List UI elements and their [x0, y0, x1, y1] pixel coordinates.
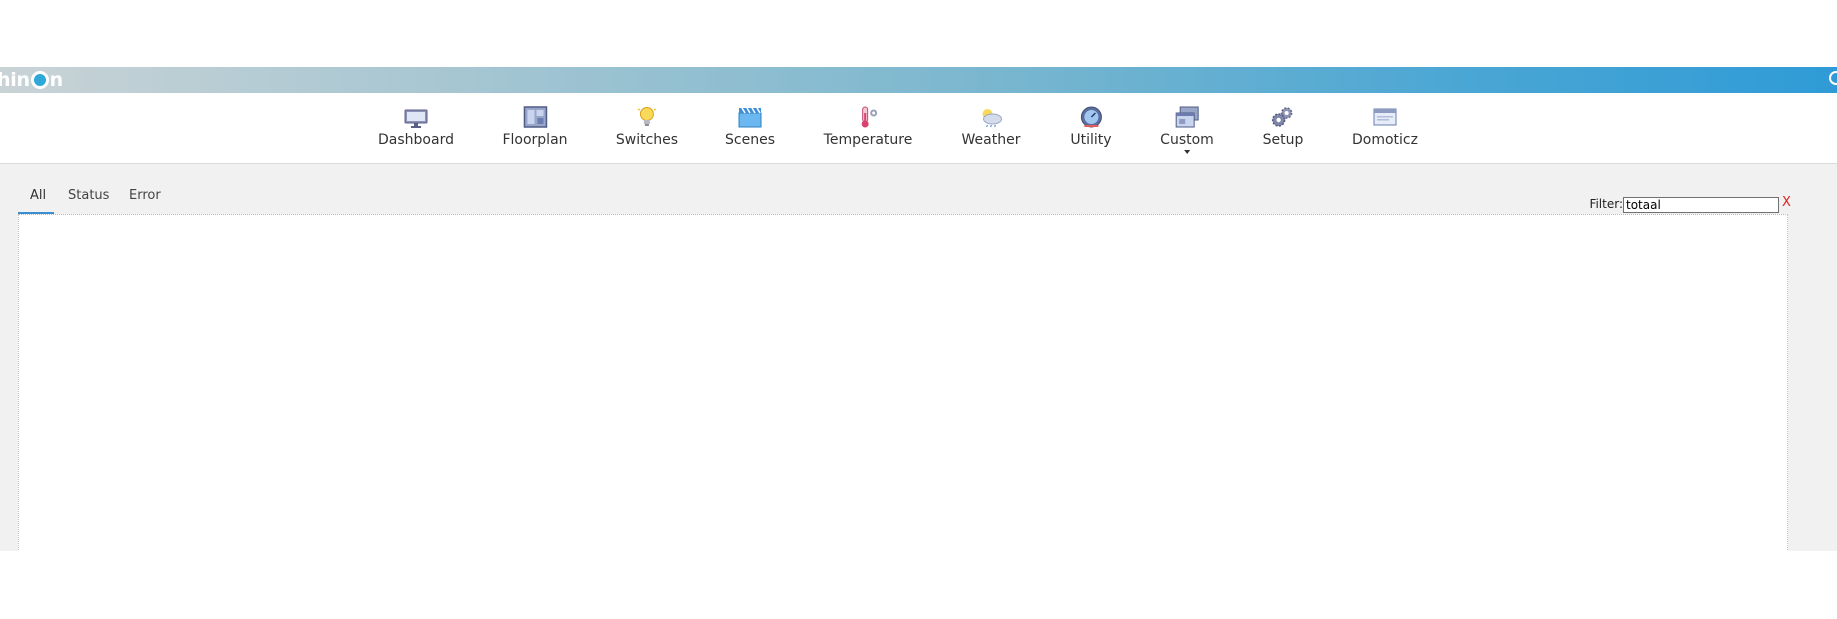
nav-label: Utility	[1070, 132, 1112, 148]
nav-item-setup[interactable]: Setup	[1262, 105, 1304, 160]
nav-label: Scenes	[725, 132, 775, 148]
floorplan-icon	[523, 106, 547, 128]
thermometer-icon	[862, 106, 878, 128]
gears-icon	[1272, 107, 1293, 127]
nav-item-domoticz[interactable]: Domoticz	[1352, 105, 1418, 160]
clapperboard-icon	[738, 107, 762, 128]
monitor-icon	[404, 109, 428, 128]
top-banner: hin n	[0, 67, 1837, 93]
tab-error[interactable]: Error	[129, 186, 161, 214]
gauge-icon	[1080, 106, 1102, 128]
nav-item-dashboard[interactable]: Dashboard	[378, 105, 454, 160]
clear-filter-button[interactable]: X	[1782, 195, 1791, 210]
filter-input[interactable]	[1623, 197, 1779, 213]
logo-text-left: hin	[0, 69, 30, 91]
nav-label: Weather	[961, 132, 1021, 148]
weather-icon	[982, 109, 1003, 128]
nav-label: Floorplan	[502, 132, 568, 148]
main-navigation: Dashboard Floorplan Switches Scenes Temp…	[0, 93, 1837, 164]
nav-item-custom[interactable]: Custom	[1160, 105, 1214, 160]
log-panel	[18, 214, 1788, 552]
tab-all[interactable]: All	[18, 186, 54, 214]
chevron-down-icon	[1183, 150, 1190, 154]
nav-item-weather[interactable]: Weather	[961, 105, 1021, 160]
nav-label: Temperature	[823, 132, 913, 148]
logo-ring-icon	[30, 71, 49, 89]
nav-item-switches[interactable]: Switches	[616, 105, 678, 160]
nav-label: Custom	[1160, 132, 1214, 148]
logo: hin n	[0, 68, 63, 92]
nav-item-utility[interactable]: Utility	[1070, 105, 1112, 160]
log-section: All Status Error Filter: X	[0, 164, 1837, 552]
tab-status[interactable]: Status	[68, 186, 109, 214]
browser-window-icon	[1373, 108, 1397, 126]
nav-label: Domoticz	[1352, 132, 1418, 148]
nav-label: Switches	[615, 132, 679, 148]
nav-item-floorplan[interactable]: Floorplan	[502, 105, 568, 160]
nav-label: Setup	[1262, 132, 1304, 148]
lightbulb-icon	[637, 107, 657, 126]
nav-item-temperature[interactable]: Temperature	[823, 105, 913, 160]
nav-item-scenes[interactable]: Scenes	[725, 105, 775, 160]
filter-label: Filter:	[1589, 197, 1623, 211]
windows-icon	[1175, 106, 1199, 128]
page-footer-space	[0, 551, 1837, 619]
nav-label: Dashboard	[378, 132, 454, 148]
logo-text-right: n	[49, 69, 64, 91]
banner-edge-icon	[1829, 71, 1837, 85]
